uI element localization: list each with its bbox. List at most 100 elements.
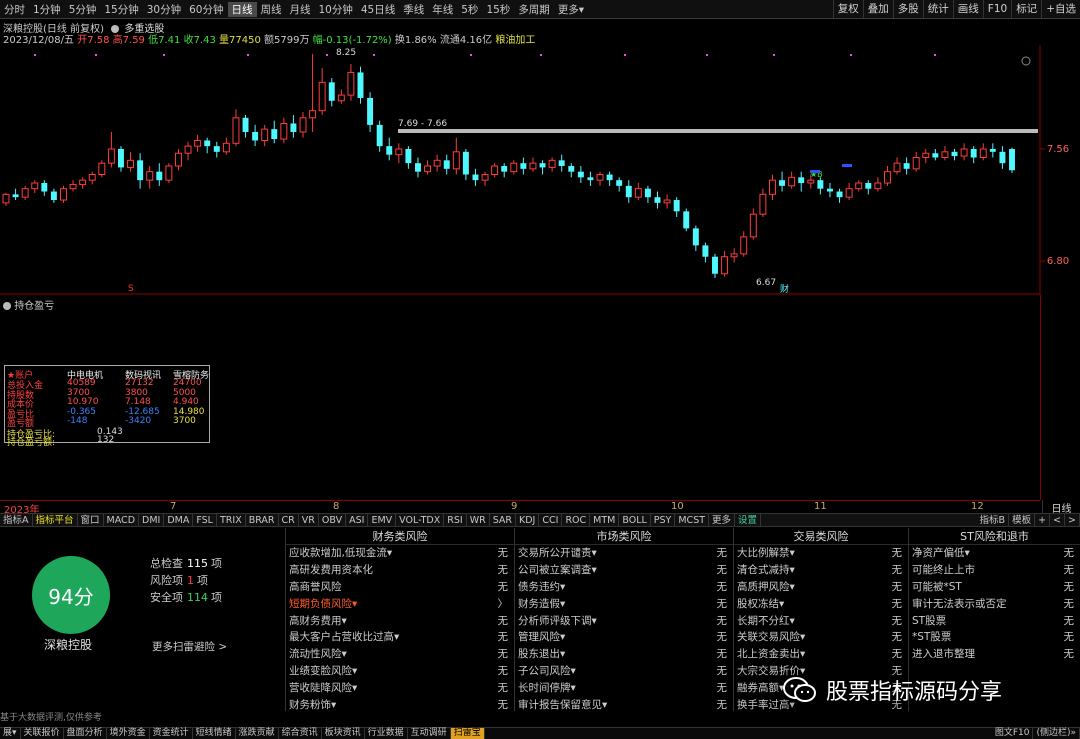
candle-body[interactable] [452,151,460,170]
top-tool-button[interactable]: 画线 [952,0,983,18]
indicator-tab[interactable]: MACD [104,514,140,526]
period-tab[interactable]: 60分钟 [185,2,227,17]
indicator-tab[interactable]: CCI [539,514,563,526]
candle-body[interactable] [127,159,135,168]
indicator-tab[interactable]: 指标平台 [33,514,78,526]
candle-body[interactable] [146,171,154,181]
indicator-tab[interactable]: FSL [193,514,217,526]
candle-body[interactable] [759,193,767,215]
bottom-tab[interactable]: 互动调研 [408,728,451,739]
risk-item[interactable]: 分析师评级下调▾ 无 [515,613,733,630]
candle-body[interactable] [893,162,901,173]
candle-body[interactable] [932,153,939,158]
period-tab[interactable]: 15秒 [482,2,514,17]
candle-body[interactable] [98,162,106,176]
candle-body[interactable] [174,152,182,167]
candle-body[interactable] [845,188,853,198]
candle-body[interactable] [79,179,87,185]
candle-body[interactable] [405,148,412,164]
candle-body[interactable] [194,139,202,147]
risk-item[interactable]: 营收陡降风险▾ 无 [286,680,514,697]
indicator-right-button[interactable]: 模板 [1009,514,1036,527]
indicator-tab[interactable]: 更多 [709,514,736,526]
candle-body[interactable] [989,148,996,152]
risk-item[interactable]: 高财务费用▾ 无 [286,613,514,630]
candle-body[interactable] [941,151,949,158]
candle-body[interactable] [874,182,882,190]
top-tool-button[interactable]: 标记 [1011,0,1041,18]
bottom-tab[interactable]: 行业数据 [365,728,408,739]
chevron-down-icon[interactable] [3,302,11,310]
risk-item[interactable]: 最大客户占营收比过高▾ 无 [286,629,514,646]
candle-body[interactable] [481,174,489,181]
risk-item[interactable]: 子公司风险▾ 无 [515,663,733,680]
candle-body[interactable] [979,148,987,158]
candle-body[interactable] [749,213,757,238]
candle-body[interactable] [367,97,374,125]
indicator-tab[interactable]: SAR [490,514,517,526]
top-tool-button[interactable]: 叠加 [862,0,893,18]
period-tab[interactable]: 分时 [0,2,29,17]
candle-body[interactable] [510,162,518,173]
candle-body[interactable] [883,171,891,184]
risk-item[interactable]: 高质押风险▾ 无 [734,579,908,596]
risk-item[interactable]: 可能被*ST 无 [909,579,1080,596]
bottom-tab[interactable]: 扫雷宝 [450,728,485,739]
indicator-tab[interactable]: ROC [562,514,591,526]
candle-body[interactable] [836,191,843,198]
risk-item[interactable]: 公司被立案调查▾ 无 [515,562,733,579]
period-tab[interactable]: 周线 [257,2,286,17]
candle-body[interactable] [443,160,450,169]
candle-body[interactable] [683,211,690,229]
indicator-right-button[interactable]: < [1050,514,1066,527]
risk-item[interactable]: 可能终止上市 无 [909,562,1080,579]
risk-item[interactable]: ST股票 无 [909,613,1080,630]
candle-body[interactable] [376,124,383,147]
more-scan-link[interactable]: 更多扫雷避险 > [152,639,227,654]
risk-item[interactable]: 债务违约▾ 无 [515,579,733,596]
risk-item[interactable]: 财务粉饰▾ 无 [286,697,514,714]
candle-body[interactable] [12,194,19,198]
risk-item[interactable]: 财务造假▾ 无 [515,596,733,613]
indicator-tab[interactable]: DMA [164,514,194,526]
indicator-tab[interactable]: 设置 [735,514,762,526]
candle-body[interactable] [156,171,163,181]
candle-body[interactable] [337,94,345,102]
candle-body[interactable] [625,185,632,198]
candle-body[interactable] [788,176,796,187]
candle-body[interactable] [271,129,278,140]
circle-icon[interactable] [1021,56,1031,66]
bottom-tab[interactable]: 短线情绪 [193,728,236,739]
candle-body[interactable] [865,183,872,189]
indicator-tab[interactable]: EMV [368,514,397,526]
candle-body[interactable] [204,140,211,147]
candle-body[interactable] [577,171,584,178]
candle-body[interactable] [922,152,930,158]
candle-body[interactable] [558,160,565,166]
candle-body[interactable] [548,159,556,168]
candle-body[interactable] [721,256,729,275]
candle-body[interactable] [309,110,317,119]
candle-body[interactable] [424,165,432,173]
candle-body[interactable] [616,180,623,186]
candle-body[interactable] [31,182,39,190]
indicator-tab[interactable]: OBV [319,514,347,526]
candle-body[interactable] [88,174,96,181]
candle-body[interactable] [222,142,230,153]
candle-body[interactable] [769,179,776,195]
risk-item[interactable]: 进入退市整理 无 [909,646,1080,663]
candle-body[interactable] [232,117,240,144]
bottom-tab[interactable]: 综合资讯 [279,728,322,739]
indicator-tab[interactable]: MCST [675,514,710,526]
indicator-right-button[interactable]: > [1065,514,1080,527]
candle-body[interactable] [596,174,604,181]
risk-item[interactable]: 短期负债风险▾ 〉 [286,596,514,613]
risk-item[interactable]: 股东退出▾ 无 [515,646,733,663]
indicator-right-button[interactable]: + [1035,514,1051,527]
candle-body[interactable] [798,177,805,184]
period-tab[interactable]: 45日线 [357,2,399,17]
indicator-tab[interactable]: TRIX [217,514,246,526]
candle-body[interactable] [328,82,335,101]
bottom-tab[interactable]: 资金统计 [150,728,193,739]
indicator-tab[interactable]: WR [467,514,490,526]
